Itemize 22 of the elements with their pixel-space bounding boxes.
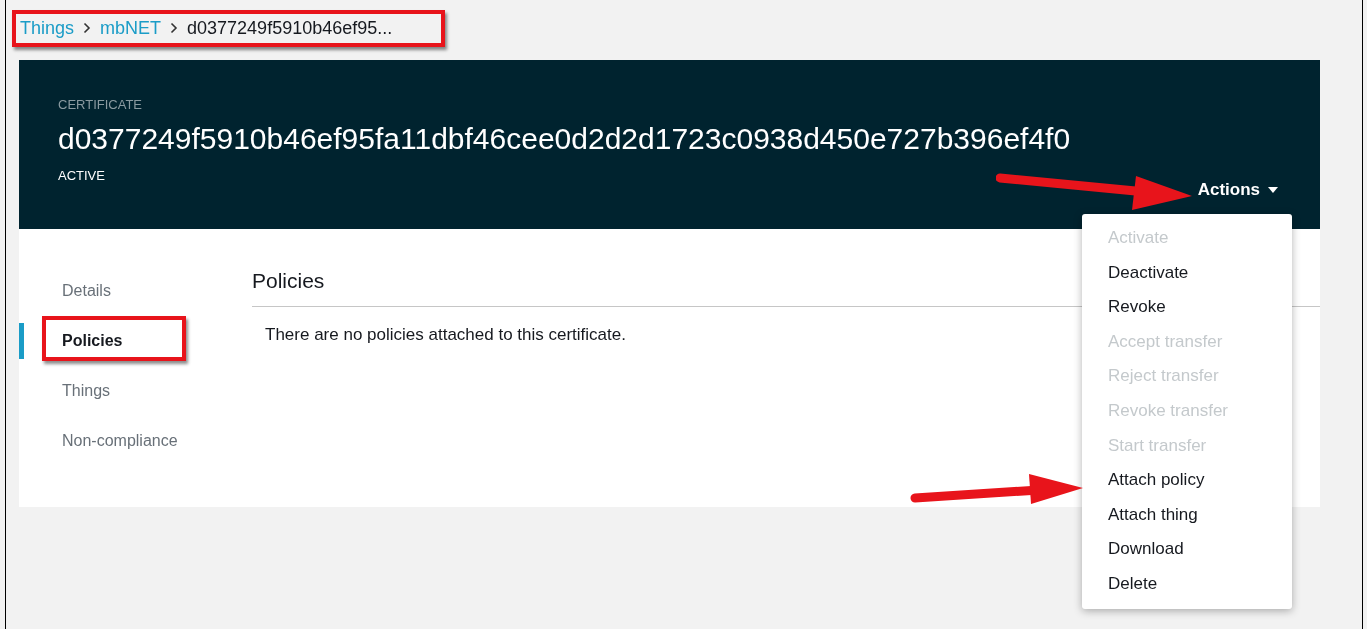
certificate-id: d0377249f5910b46ef95fa11dbf46cee0d2d2d1723c0938d450e727b396ef4f0	[58, 122, 1072, 156]
empty-message: There are no policies attached to this certificate.	[265, 325, 626, 345]
menu-item[interactable]: Delete	[1082, 566, 1292, 602]
status-label: ACTIVE	[58, 168, 105, 183]
breadcrumb-current: d0377249f5910b46ef95...	[187, 17, 393, 39]
caret-icon	[1268, 187, 1278, 193]
breadcrumb-link[interactable]: mbNET	[100, 17, 162, 39]
actions-button[interactable]: Actions	[1197, 180, 1282, 200]
sidebar-item[interactable]: Details	[19, 273, 252, 309]
menu-item[interactable]: Download	[1082, 532, 1292, 567]
menu-item[interactable]: Attach thing	[1082, 497, 1292, 533]
header-label: CERTIFICATE	[58, 97, 144, 112]
panel-title: Policies	[252, 269, 325, 293]
sidebar-item[interactable]: Non-compliance	[19, 423, 252, 459]
breadcrumb-link[interactable]: Things	[20, 17, 75, 39]
menu-item[interactable]: Revoke	[1082, 290, 1292, 325]
sidebar-item[interactable]: Things	[19, 373, 252, 409]
menu-item[interactable]: Attach policy	[1082, 463, 1292, 498]
chevron-icon	[170, 22, 179, 34]
sidebar-item[interactable]: Policies	[19, 323, 252, 359]
chevron-icon	[83, 22, 92, 34]
menu-item[interactable]: Deactivate	[1082, 255, 1292, 291]
